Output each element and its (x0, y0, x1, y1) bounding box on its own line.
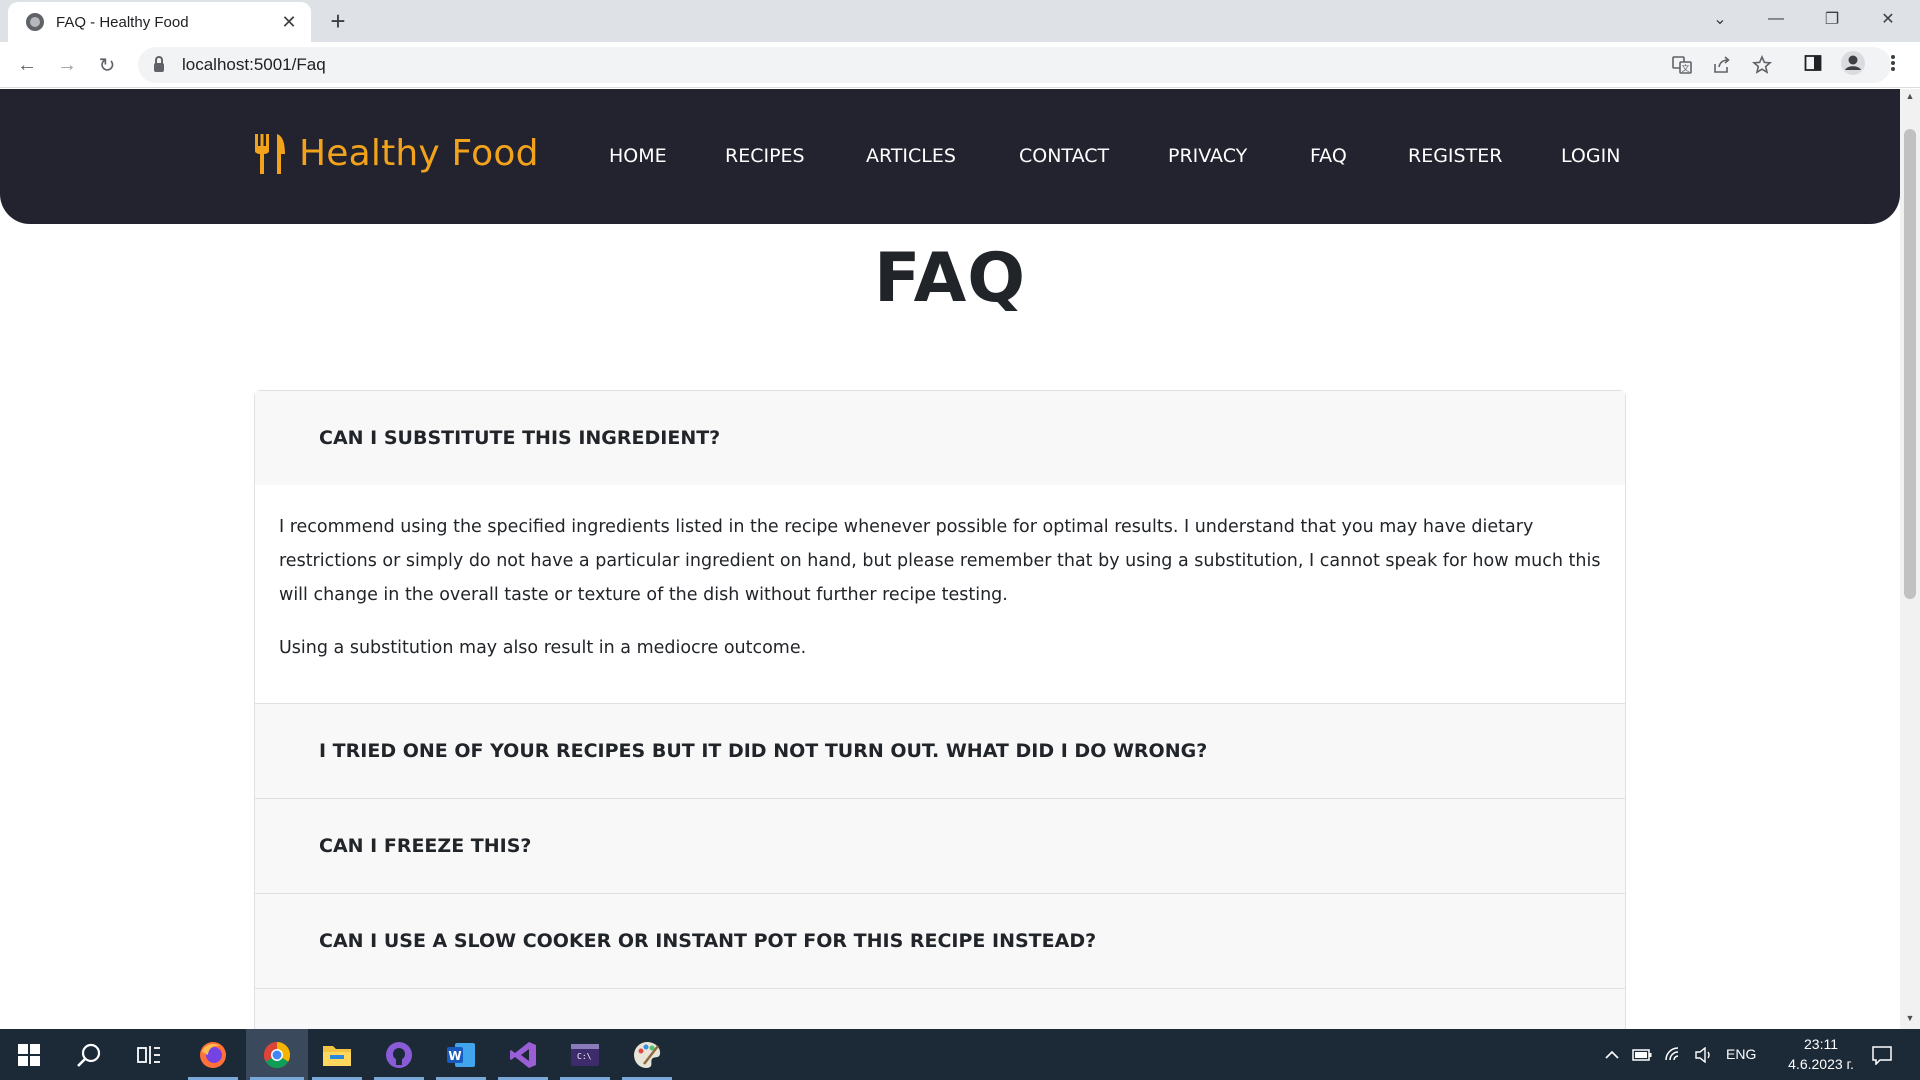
site-header: Healthy Food HOME RECIPES ARTICLES CONTA… (0, 89, 1900, 224)
tab-close-icon[interactable]: ✕ (279, 12, 299, 33)
new-tab-button[interactable]: + (323, 6, 353, 36)
start-icon[interactable] (0, 1029, 58, 1080)
page-viewport: Healthy Food HOME RECIPES ARTICLES CONTA… (0, 89, 1900, 1029)
github-desktop-icon[interactable] (370, 1029, 428, 1080)
nav-home[interactable]: HOME (609, 145, 667, 167)
nav-contact[interactable]: CONTACT (1019, 145, 1109, 167)
faq-answer-paragraph: Using a substitution may also result in … (279, 638, 807, 658)
word-icon[interactable]: W (432, 1029, 490, 1080)
nav-recipes[interactable]: RECIPES (725, 145, 805, 167)
profile-icon[interactable] (1840, 50, 1866, 76)
scroll-down-arrow-icon[interactable]: ▼ (1900, 1013, 1920, 1027)
faq-item (255, 989, 1625, 1029)
paint-icon[interactable] (618, 1029, 676, 1080)
brand-logo-link[interactable]: Healthy Food (253, 133, 539, 174)
tab-title: FAQ - Healthy Food (56, 13, 189, 31)
translate-icon[interactable]: 文 (1669, 52, 1695, 78)
page-scrollbar[interactable]: ▲ ▼ (1900, 89, 1920, 1029)
task-view-icon[interactable] (120, 1029, 178, 1080)
clock-time[interactable]: 23:11 (1791, 1036, 1851, 1052)
notifications-icon[interactable] (1862, 1029, 1902, 1080)
windows-taskbar: W C:\ ENG 23:11 4.6.2023 г. (0, 1029, 1920, 1080)
faq-question-button-partial[interactable] (255, 989, 1625, 1029)
faq-item: CAN I FREEZE THIS? (255, 799, 1625, 894)
page-title: FAQ (873, 239, 1027, 318)
address-bar[interactable]: localhost:5001/Faq (138, 47, 1891, 83)
wifi-icon[interactable] (1660, 1029, 1688, 1080)
close-window-button[interactable]: ✕ (1860, 0, 1916, 38)
faq-answer-paragraph: I recommend using the specified ingredie… (279, 517, 1601, 605)
browser-tab[interactable]: FAQ - Healthy Food ✕ (8, 2, 311, 42)
faq-accordion: CAN I SUBSTITUTE THIS INGREDIENT? I reco… (254, 390, 1626, 1029)
terminal-icon[interactable]: C:\ (556, 1029, 614, 1080)
faq-question-button[interactable]: CAN I FREEZE THIS? (255, 799, 1625, 893)
file-explorer-icon[interactable] (308, 1029, 366, 1080)
battery-icon[interactable] (1628, 1029, 1656, 1080)
svg-text:C:\: C:\ (577, 1052, 592, 1061)
back-button[interactable]: ← (12, 50, 42, 80)
faq-question-button[interactable]: CAN I SUBSTITUTE THIS INGREDIENT? (255, 391, 1625, 485)
faq-answer: I recommend using the specified ingredie… (255, 485, 1625, 703)
nav-privacy[interactable]: PRIVACY (1168, 145, 1247, 167)
visual-studio-icon[interactable] (494, 1029, 552, 1080)
share-icon[interactable] (1709, 52, 1735, 78)
volume-icon[interactable] (1690, 1029, 1718, 1080)
faq-item: CAN I SUBSTITUTE THIS INGREDIENT? I reco… (255, 391, 1625, 704)
star-icon[interactable] (1749, 52, 1775, 78)
nav-login[interactable]: LOGIN (1561, 145, 1620, 167)
minimize-button[interactable]: — (1748, 0, 1804, 38)
reload-button[interactable]: ↻ (92, 50, 122, 80)
scroll-up-arrow-icon[interactable]: ▲ (1900, 91, 1920, 105)
url-text: localhost:5001/Faq (182, 55, 326, 74)
utensils-icon (255, 133, 285, 174)
clock-date[interactable]: 4.6.2023 г. (1774, 1056, 1868, 1072)
browser-tab-strip: FAQ - Healthy Food ✕ + ⌄ — ❐ ✕ (0, 0, 1920, 42)
show-hidden-icons-chevron-icon[interactable] (1600, 1029, 1624, 1080)
nav-articles[interactable]: ARTICLES (866, 145, 956, 167)
browser-toolbar: ← → ↻ localhost:5001/Faq 文 (0, 42, 1920, 88)
firefox-icon[interactable] (184, 1029, 242, 1080)
lock-icon[interactable] (154, 56, 164, 72)
tab-search-chevron-icon[interactable]: ⌄ (1692, 0, 1748, 38)
scrollbar-thumb[interactable] (1904, 129, 1916, 599)
nav-register[interactable]: REGISTER (1408, 145, 1502, 167)
faq-item: CAN I USE A SLOW COOKER OR INSTANT POT F… (255, 894, 1625, 989)
search-icon[interactable] (60, 1029, 118, 1080)
side-panel-icon[interactable] (1800, 50, 1826, 76)
language-indicator[interactable]: ENG (1726, 1046, 1756, 1062)
svg-text:文: 文 (1682, 63, 1690, 73)
faq-question-button[interactable]: I TRIED ONE OF YOUR RECIPES BUT IT DID N… (255, 704, 1625, 798)
svg-text:W: W (448, 1049, 461, 1063)
faq-question-button[interactable]: CAN I USE A SLOW COOKER OR INSTANT POT F… (255, 894, 1625, 988)
nav-faq[interactable]: FAQ (1310, 145, 1347, 167)
chrome-icon[interactable] (246, 1029, 308, 1080)
restore-button[interactable]: ❐ (1804, 0, 1860, 38)
menu-icon[interactable] (1880, 50, 1906, 76)
globe-icon (26, 13, 44, 31)
brand-name: Healthy Food (299, 133, 539, 174)
forward-button[interactable]: → (52, 50, 82, 80)
faq-item: I TRIED ONE OF YOUR RECIPES BUT IT DID N… (255, 704, 1625, 799)
